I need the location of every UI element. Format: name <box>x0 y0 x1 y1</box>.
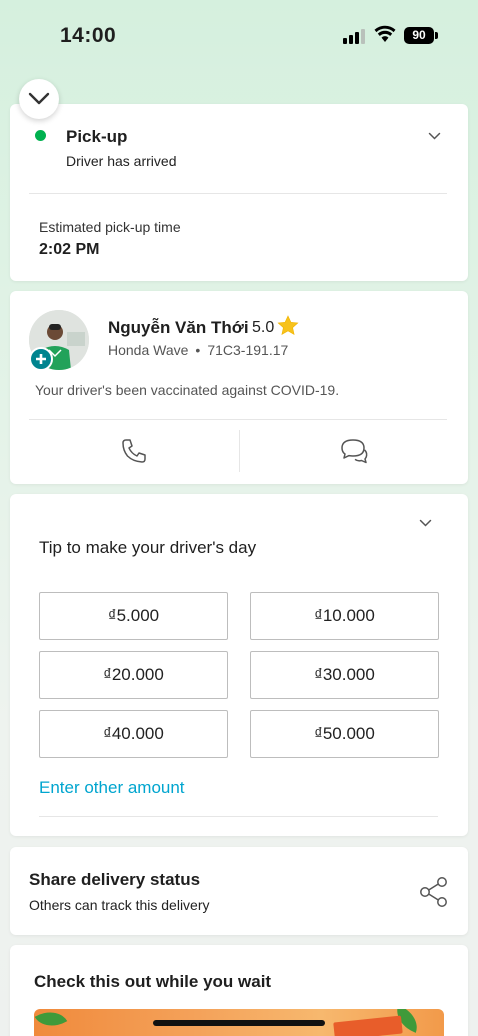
divider <box>39 816 438 817</box>
vehicle-info: Honda Wave • 71C3-191.17 <box>108 342 288 358</box>
collapse-sheet-button[interactable] <box>19 79 59 119</box>
enter-other-amount-link[interactable]: Enter other amount <box>39 778 185 798</box>
pickup-status: Driver has arrived <box>66 153 177 169</box>
chevron-down-icon <box>28 92 50 105</box>
leaf-decoration <box>34 1009 68 1035</box>
chevron-down-icon[interactable] <box>419 519 432 528</box>
tip-option-button[interactable]: ₫5.000 <box>39 592 228 640</box>
share-title: Share delivery status <box>29 870 201 889</box>
chat-icon <box>341 439 368 464</box>
vaccination-note: Your driver's been vaccinated against CO… <box>35 382 340 398</box>
battery-icon: 90 <box>404 27 434 44</box>
call-driver-button[interactable] <box>29 421 238 481</box>
tip-option-button[interactable]: ₫40.000 <box>39 710 228 758</box>
wifi-icon <box>374 25 396 42</box>
vehicle-separator: • <box>195 342 201 358</box>
shield-plus-icon <box>29 347 53 371</box>
chevron-down-icon[interactable] <box>428 132 441 141</box>
share-icon[interactable] <box>418 876 450 908</box>
share-subtitle: Others can track this delivery <box>29 897 210 913</box>
banner-tag <box>333 1015 403 1036</box>
battery-tip <box>435 32 438 39</box>
driver-rating: 5.0 <box>252 319 275 336</box>
signal-icon <box>343 29 365 44</box>
eta-value: 2:02 PM <box>39 241 100 258</box>
tip-option-button[interactable]: ₫50.000 <box>250 710 439 758</box>
driver-name: Nguyễn Văn Thới <box>108 318 249 337</box>
share-card[interactable] <box>10 847 468 935</box>
status-dot <box>35 130 46 141</box>
vehicle-plate: 71C3-191.17 <box>207 342 289 358</box>
home-indicator <box>153 1020 325 1026</box>
star-icon <box>277 315 299 335</box>
tip-option-button[interactable]: ₫10.000 <box>250 592 439 640</box>
tip-option-button[interactable]: ₫30.000 <box>250 651 439 699</box>
status-bar: 14:00 90 <box>0 0 478 70</box>
chat-driver-button[interactable] <box>240 421 468 481</box>
tip-title: Tip to make your driver's day <box>39 538 257 557</box>
eta-label: Estimated pick-up time <box>39 219 181 235</box>
status-time: 14:00 <box>60 24 117 47</box>
promo-title: Check this out while you wait <box>34 972 272 991</box>
phone-icon <box>121 439 146 463</box>
tip-option-button[interactable]: ₫20.000 <box>39 651 228 699</box>
divider <box>29 419 447 420</box>
divider <box>29 193 447 194</box>
pickup-title: Pick-up <box>66 127 128 146</box>
vehicle-model: Honda Wave <box>108 342 189 358</box>
